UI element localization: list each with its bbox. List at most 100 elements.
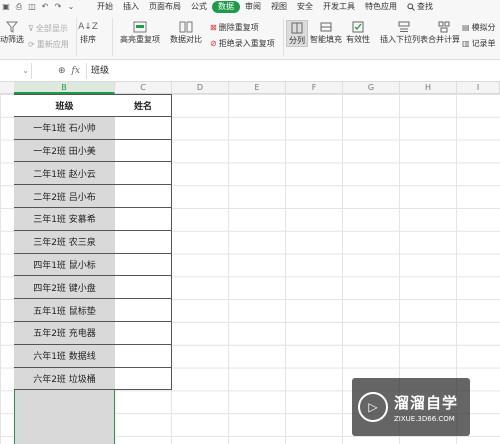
cell-class[interactable]: 三年1班 安慕希 xyxy=(14,207,115,231)
cell-class[interactable]: 五年1班 鼠标垫 xyxy=(14,299,115,322)
cell-name[interactable] xyxy=(115,276,172,300)
sort-button[interactable]: A↓Z 排序 xyxy=(78,20,98,45)
filter-clear-icon: ⊽ xyxy=(28,24,34,33)
table-row: 五年2班 充电器 xyxy=(14,321,172,345)
menu-view[interactable]: 视图 xyxy=(266,1,292,13)
cell-class[interactable]: 四年1班 鼠小标 xyxy=(14,253,115,277)
cell-name[interactable] xyxy=(115,253,172,277)
table-row: 三年1班 安慕希 xyxy=(14,207,172,231)
show-all-button[interactable]: ⊽ 全部显示 xyxy=(28,23,68,34)
cell-name[interactable] xyxy=(115,321,172,345)
undo-icon[interactable]: ↶ xyxy=(41,3,49,11)
data-table: 班级 姓名 一年1班 石小帅 一年2班 田小美 二年1班 赵小云 二年2班 吕小… xyxy=(14,94,172,391)
cell-class[interactable]: 二年1班 赵小云 xyxy=(14,162,115,186)
menu-review[interactable]: 审阅 xyxy=(240,1,266,13)
cell-name[interactable] xyxy=(115,185,172,208)
search-button[interactable]: 查找 xyxy=(402,1,438,13)
ribbon: 动筛选 ⊽ 全部显示 ⟳ 重新应用 A↓Z 排序 高亮重复项 数据对比 ⊠ 删除重复项… xyxy=(0,14,500,60)
validity-icon xyxy=(351,20,365,34)
simulate-icon: ▤ xyxy=(462,23,470,32)
name-box[interactable]: ⌄ xyxy=(0,62,32,79)
table-row: 一年2班 田小美 xyxy=(14,139,172,163)
menu-data[interactable]: 数据 xyxy=(212,1,240,13)
consolidate-button[interactable]: 合并计算 xyxy=(428,20,460,45)
column-header-e[interactable]: E xyxy=(229,82,286,94)
column-header-h[interactable]: H xyxy=(400,82,457,94)
reject-duplicates-button[interactable]: ⊘ 拒绝录入重复项 xyxy=(210,38,275,49)
table-row: 四年2班 键小盘 xyxy=(14,276,172,300)
column-header-row: B C D E F G H I xyxy=(0,82,500,94)
table-header-row: 班级 姓名 xyxy=(14,94,172,117)
column-header-f[interactable]: F xyxy=(286,82,343,94)
cell-name[interactable] xyxy=(115,116,172,140)
chevron-down-icon[interactable]: ⌄ xyxy=(22,66,29,75)
validity-button[interactable]: 有效性 xyxy=(346,20,370,45)
column-header-i[interactable]: I xyxy=(457,82,500,94)
table-row: 二年1班 赵小云 xyxy=(14,162,172,186)
menu-security[interactable]: 安全 xyxy=(292,1,318,13)
cell-name[interactable] xyxy=(115,162,172,186)
filter-icon xyxy=(5,20,19,34)
cell-name[interactable] xyxy=(115,139,172,163)
reapply-button[interactable]: ⟳ 重新应用 xyxy=(28,39,69,50)
table-row: 四年1班 鼠小标 xyxy=(14,253,172,277)
column-header-b[interactable]: B xyxy=(14,82,115,94)
highlight-icon xyxy=(133,20,147,34)
split-icon xyxy=(290,21,304,35)
cell-name[interactable] xyxy=(115,230,172,254)
menu-special-apps[interactable]: 特色应用 xyxy=(360,1,402,13)
watermark-url: ZIXUE.3D66.COM xyxy=(394,414,455,423)
chevron-down-icon[interactable]: ⌄ xyxy=(67,3,75,11)
header-cell-class[interactable]: 班级 xyxy=(14,94,115,117)
cell-name[interactable] xyxy=(115,367,172,391)
cell-class[interactable]: 五年2班 充电器 xyxy=(14,321,115,345)
cell-class[interactable]: 一年1班 石小帅 xyxy=(14,116,115,140)
save-icon[interactable]: ▣ xyxy=(2,3,10,11)
cell-class[interactable]: 六年1班 数据线 xyxy=(14,344,115,368)
smart-fill-button[interactable]: 智能填充 xyxy=(310,20,342,45)
function-icon[interactable]: fx xyxy=(72,66,80,76)
header-cell-name[interactable]: 姓名 xyxy=(115,94,172,117)
menu-home[interactable]: 开始 xyxy=(92,1,118,13)
split-column-button[interactable]: 分列 xyxy=(286,20,308,47)
menu-formulas[interactable]: 公式 xyxy=(186,1,212,13)
table-row: 二年2班 吕小布 xyxy=(14,185,172,208)
cell-name[interactable] xyxy=(115,207,172,231)
auto-filter-button[interactable]: 动筛选 xyxy=(0,20,24,45)
sort-icon: A↓Z xyxy=(78,22,98,32)
watermark-title: 溜溜自学 xyxy=(394,393,459,412)
search-label: 查找 xyxy=(417,2,433,11)
record-form-button[interactable]: ▥ 记录单 xyxy=(462,38,496,49)
redo-icon[interactable]: ↷ xyxy=(54,3,62,11)
table-row: 六年1班 数据线 xyxy=(14,344,172,368)
cell-class[interactable]: 六年2班 垃圾桶 xyxy=(14,367,115,391)
cell-name[interactable] xyxy=(115,299,172,322)
highlight-duplicates-button[interactable]: 高亮重复项 xyxy=(120,20,160,45)
cell-name[interactable] xyxy=(115,344,172,368)
print-icon[interactable]: ⎙ xyxy=(15,3,23,11)
compare-icon xyxy=(179,20,193,34)
zoom-icon[interactable]: ⊕ xyxy=(58,66,66,76)
column-header-g[interactable]: G xyxy=(343,82,400,94)
column-header-c[interactable]: C xyxy=(115,82,172,94)
preview-icon[interactable]: ◫ xyxy=(28,3,36,11)
cell-class[interactable]: 三年2班 农三泉 xyxy=(14,230,115,254)
what-if-analysis-button[interactable]: ▤ 模拟分 xyxy=(462,22,496,33)
cell-class[interactable]: 一年2班 田小美 xyxy=(14,139,115,163)
data-compare-button[interactable]: 数据对比 xyxy=(170,20,202,45)
column-header-d[interactable]: D xyxy=(172,82,229,94)
record-icon: ▥ xyxy=(462,39,470,48)
menu-bar: ▣ ⎙ ◫ ↶ ↷ ⌄ 开始 插入 页面布局 公式 数据 审阅 视图 安全 开发… xyxy=(0,0,500,14)
table-row: 一年1班 石小帅 xyxy=(14,116,172,140)
menu-insert[interactable]: 插入 xyxy=(118,1,144,13)
cell-class[interactable]: 四年2班 键小盘 xyxy=(14,276,115,300)
insert-dropdown-button[interactable]: 插入下拉列表 xyxy=(380,20,428,45)
refresh-icon: ⟳ xyxy=(28,40,35,49)
remove-duplicates-button[interactable]: ⊠ 删除重复项 xyxy=(210,22,259,33)
table-row: 六年2班 垃圾桶 xyxy=(14,367,172,391)
menu-developer[interactable]: 开发工具 xyxy=(318,1,360,13)
remove-dup-icon: ⊠ xyxy=(210,23,217,32)
formula-input[interactable]: 班级 xyxy=(85,62,109,79)
cell-class[interactable]: 二年2班 吕小布 xyxy=(14,185,115,208)
menu-page-layout[interactable]: 页面布局 xyxy=(144,1,186,13)
